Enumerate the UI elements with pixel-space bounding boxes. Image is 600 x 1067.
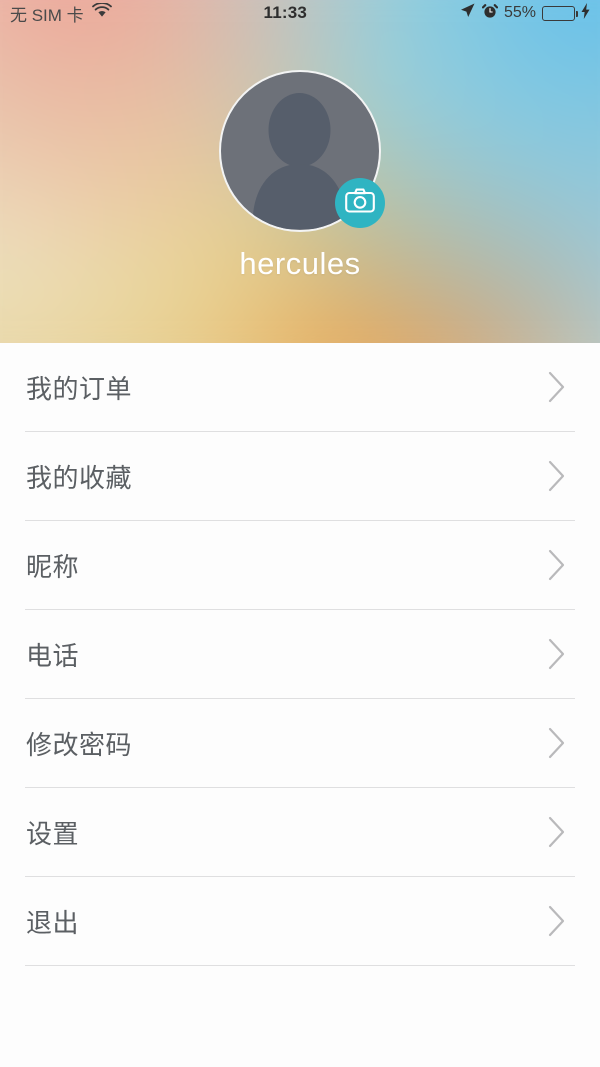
status-bar-right: 55% bbox=[459, 2, 590, 24]
chevron-right-icon bbox=[548, 460, 565, 492]
menu-item-label: 我的收藏 bbox=[26, 462, 133, 493]
username-label: hercules bbox=[239, 246, 361, 281]
menu-item-logout[interactable]: 退出 bbox=[0, 877, 600, 965]
chevron-right-icon bbox=[548, 905, 565, 937]
menu-item-settings[interactable]: 设置 bbox=[0, 788, 600, 876]
menu-item-label: 我的订单 bbox=[26, 373, 133, 404]
chevron-right-icon bbox=[548, 371, 565, 403]
menu-item-label: 电话 bbox=[26, 640, 80, 671]
location-arrow-icon bbox=[459, 2, 476, 24]
carrier-label: 无 SIM 卡 bbox=[10, 5, 84, 25]
chevron-right-icon bbox=[548, 816, 565, 848]
alarm-clock-icon bbox=[481, 3, 499, 24]
menu-item-phone[interactable]: 电话 bbox=[0, 610, 600, 698]
status-bar: 无 SIM 卡 11:33 55% bbox=[0, 0, 600, 26]
wifi-icon bbox=[91, 2, 112, 23]
menu-item-label: 退出 bbox=[26, 907, 80, 938]
menu-item-change-password[interactable]: 修改密码 bbox=[0, 699, 600, 787]
status-bar-clock: 11:33 bbox=[263, 3, 308, 22]
camera-icon bbox=[345, 188, 375, 218]
lightning-bolt-icon bbox=[581, 2, 590, 24]
menu-item-label: 昵称 bbox=[26, 551, 80, 582]
chevron-right-icon bbox=[548, 549, 565, 581]
menu-item-label: 设置 bbox=[26, 818, 80, 849]
status-bar-left: 无 SIM 卡 bbox=[10, 1, 112, 26]
avatar-container[interactable] bbox=[219, 70, 385, 232]
menu-divider bbox=[25, 965, 575, 966]
chevron-right-icon bbox=[548, 727, 565, 759]
chevron-right-icon bbox=[548, 638, 565, 670]
battery-percent-label: 55% bbox=[503, 4, 536, 21]
camera-badge-button[interactable] bbox=[335, 178, 385, 228]
battery-icon bbox=[542, 5, 578, 21]
menu-item-label: 修改密码 bbox=[26, 729, 133, 760]
menu-item-my-orders[interactable]: 我的订单 bbox=[0, 343, 600, 431]
profile-screen: 无 SIM 卡 11:33 55% hercules 我的订单 我的收藏 昵称 … bbox=[0, 0, 600, 1067]
profile-menu-list: 我的订单我的收藏昵称电话修改密码设置退出 bbox=[0, 343, 600, 966]
profile-header: 无 SIM 卡 11:33 55% hercules bbox=[0, 0, 600, 343]
menu-item-my-favorites[interactable]: 我的收藏 bbox=[0, 432, 600, 520]
menu-item-nickname[interactable]: 昵称 bbox=[0, 521, 600, 609]
